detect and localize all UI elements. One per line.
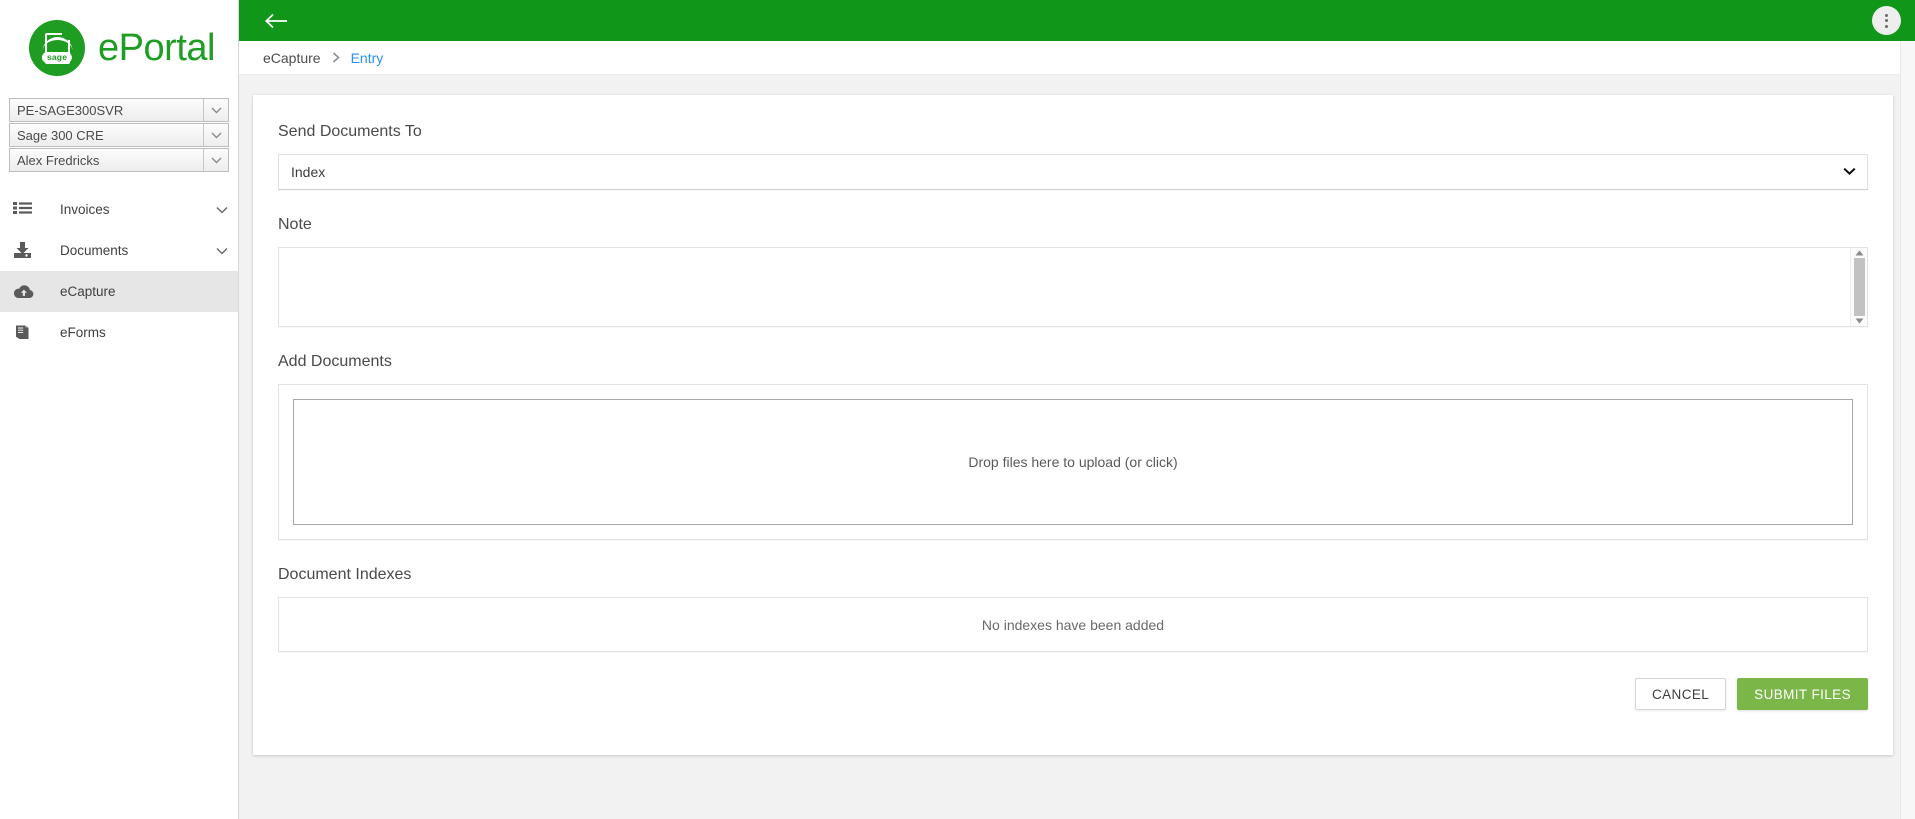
- dropzone-container: Drop files here to upload (or click): [278, 384, 1868, 540]
- dropzone-text: Drop files here to upload (or click): [968, 454, 1178, 470]
- send-documents-to-label: Send Documents To: [278, 123, 422, 140]
- sidebar-item-label: eCapture: [60, 284, 116, 299]
- content-scroll-region: Send Documents To Index Note Add Documen…: [239, 75, 1915, 819]
- download-tray-icon: [13, 242, 47, 259]
- book-icon: [13, 324, 47, 341]
- product-selector[interactable]: Sage 300 CRE: [9, 123, 229, 147]
- scroll-up-arrow-icon[interactable]: [1855, 250, 1864, 256]
- sidebar: sage ePortal PE-SAGE300SVR Sage 300 CRE …: [0, 0, 239, 819]
- add-documents-block: Add Documents Drop files here to upload …: [278, 353, 1868, 540]
- context-selectors: PE-SAGE300SVR Sage 300 CRE Alex Fredrick…: [0, 98, 238, 173]
- note-textarea-wrap: [278, 247, 1868, 327]
- sidebar-item-invoices[interactable]: Invoices: [0, 189, 238, 230]
- cloud-upload-icon: [13, 284, 47, 300]
- chevron-down-icon[interactable]: [203, 99, 228, 121]
- send-documents-to-select[interactable]: Index: [278, 154, 1868, 190]
- logo-sage-text: sage: [41, 51, 73, 63]
- chevron-down-icon[interactable]: [203, 149, 228, 171]
- form-actions: CANCEL SUBMIT FILES: [278, 678, 1868, 710]
- sage-document-icon: sage: [29, 20, 86, 76]
- page-scrollbar[interactable]: [1900, 41, 1915, 819]
- document-indexes-label: Document Indexes: [278, 566, 412, 583]
- chevron-right-icon: [332, 52, 340, 63]
- document-indexes-empty: No indexes have been added: [278, 597, 1868, 652]
- sidebar-item-eforms[interactable]: eForms: [0, 312, 238, 353]
- note-scrollbar[interactable]: [1850, 248, 1867, 326]
- sidebar-item-documents[interactable]: Documents: [0, 230, 238, 271]
- server-selector-value: PE-SAGE300SVR: [17, 102, 124, 118]
- submit-files-button[interactable]: SUBMIT FILES: [1737, 678, 1868, 710]
- brand-header: sage ePortal: [0, 0, 238, 96]
- sidebar-item-ecapture[interactable]: eCapture: [0, 271, 238, 312]
- kebab-menu-icon[interactable]: [1872, 6, 1901, 35]
- entry-form-card: Send Documents To Index Note Add Documen…: [253, 95, 1893, 755]
- chevron-down-icon[interactable]: [216, 206, 228, 214]
- note-input[interactable]: [279, 248, 1850, 326]
- scrollbar-thumb[interactable]: [1853, 258, 1865, 316]
- sidebar-item-label: Documents: [60, 243, 129, 258]
- list-icon: [13, 202, 47, 217]
- file-dropzone[interactable]: Drop files here to upload (or click): [293, 399, 1853, 525]
- note-label: Note: [278, 216, 312, 233]
- breadcrumb-root[interactable]: eCapture: [263, 50, 321, 66]
- main-area: eCapture Entry Send Documents To Index N…: [239, 0, 1915, 819]
- chevron-down-icon: [1843, 163, 1856, 181]
- user-selector-value: Alex Fredricks: [17, 152, 100, 168]
- brand-name: ePortal: [98, 27, 215, 69]
- note-block: Note: [278, 216, 1868, 327]
- top-bar: [239, 0, 1915, 41]
- chevron-down-icon[interactable]: [216, 247, 228, 255]
- app-root: sage ePortal PE-SAGE300SVR Sage 300 CRE …: [0, 0, 1915, 819]
- sidebar-item-label: eForms: [60, 325, 106, 340]
- chevron-down-icon[interactable]: [203, 124, 228, 146]
- sidebar-nav: Invoices Documents eCapture eForms: [0, 189, 238, 353]
- cancel-button[interactable]: CANCEL: [1635, 678, 1727, 710]
- product-selector-value: Sage 300 CRE: [17, 127, 104, 143]
- user-selector[interactable]: Alex Fredricks: [9, 148, 229, 172]
- sidebar-item-label: Invoices: [60, 202, 110, 217]
- send-documents-to-value: Index: [291, 164, 326, 180]
- server-selector[interactable]: PE-SAGE300SVR: [9, 98, 229, 122]
- arrow-left-icon[interactable]: [263, 8, 289, 34]
- add-documents-label: Add Documents: [278, 353, 392, 370]
- document-indexes-empty-text: No indexes have been added: [981, 616, 1165, 633]
- breadcrumb-current[interactable]: Entry: [351, 50, 384, 66]
- send-documents-to-block: Send Documents To Index: [278, 123, 1868, 190]
- document-indexes-block: Document Indexes No indexes have been ad…: [278, 566, 1868, 652]
- scroll-down-arrow-icon[interactable]: [1855, 318, 1864, 324]
- breadcrumb: eCapture Entry: [239, 41, 1915, 75]
